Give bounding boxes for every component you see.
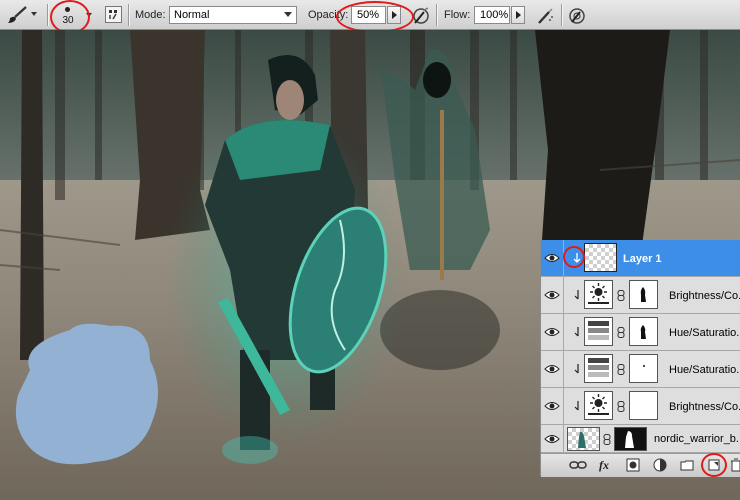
layer-name: Hue/Saturatio... — [669, 364, 740, 376]
layer-row-hue-saturation[interactable]: Hue/Saturatio... — [541, 314, 740, 351]
layer-row-nordic-warrior[interactable]: nordic_warrior_b... — [541, 425, 740, 453]
opacity-label: Opacity: — [308, 9, 349, 21]
layer-thumbnail — [567, 427, 600, 451]
chain-link-icon — [603, 434, 611, 445]
layer-mask-thumbnail — [629, 391, 658, 420]
flow-value: 100% — [480, 9, 509, 21]
divider — [436, 4, 438, 26]
clipping-arrow-icon — [573, 253, 581, 263]
opacity-input[interactable]: 50% — [351, 6, 386, 24]
layer-mask-thumbnail — [629, 317, 658, 346]
brightness-adjustment-icon — [584, 280, 613, 309]
divider — [563, 351, 564, 387]
eye-icon[interactable] — [544, 361, 560, 377]
pen-pressure-opacity-icon[interactable] — [411, 6, 431, 26]
chain-link-icon — [617, 290, 625, 301]
layer-mask-thumbnail — [629, 280, 658, 309]
divider — [563, 240, 564, 276]
divider — [561, 4, 563, 26]
flow-slider-button[interactable] — [511, 6, 525, 24]
tool-preset-arrow-icon[interactable] — [31, 12, 37, 16]
layer-mask-thumbnail — [629, 354, 658, 383]
layers-panel-footer: fx — [541, 453, 740, 477]
layer-name: Hue/Saturatio... — [669, 327, 740, 339]
divider — [563, 388, 564, 424]
clipping-arrow-icon — [574, 401, 579, 411]
fx-icon[interactable]: fx — [598, 458, 614, 472]
eye-icon[interactable] — [544, 250, 560, 266]
link-layers-icon[interactable] — [569, 458, 587, 472]
chain-link-icon — [617, 364, 625, 375]
layer-name: nordic_warrior_b... — [654, 433, 740, 445]
opacity-slider-button[interactable] — [387, 6, 401, 24]
pen-pressure-size-icon[interactable] — [567, 6, 587, 26]
divider — [128, 4, 130, 26]
opacity-value: 50% — [357, 9, 380, 21]
layer-row-brightness-contrast[interactable]: Brightness/Co... — [541, 277, 740, 314]
eye-icon[interactable] — [544, 287, 560, 303]
divider — [563, 425, 564, 453]
layer-name: Brightness/Co... — [669, 401, 740, 413]
flow-label: Flow: — [444, 9, 471, 21]
clipping-arrow-icon — [574, 327, 579, 337]
eye-icon[interactable] — [544, 398, 560, 414]
adjustment-layer-icon[interactable] — [653, 458, 667, 472]
brush-icon[interactable] — [6, 5, 28, 25]
svg-text:fx: fx — [599, 458, 609, 472]
layer-name: Layer 1 — [623, 253, 662, 265]
eye-icon[interactable] — [544, 324, 560, 340]
clipping-arrow-icon — [574, 290, 579, 300]
brush-panel-icon[interactable] — [105, 6, 122, 23]
layers-panel: Layer 1 Brightness/Co... Hue/Saturatio..… — [540, 240, 740, 477]
new-layer-icon[interactable] — [707, 458, 721, 472]
flow-input[interactable]: 100% — [474, 6, 510, 24]
airbrush-icon[interactable] — [535, 6, 555, 26]
mode-value: Normal — [174, 9, 210, 21]
layer-thumbnail — [584, 243, 617, 272]
brush-preset-picker[interactable]: 30 — [55, 2, 81, 28]
clipping-arrow-icon — [574, 364, 579, 374]
options-bar: 30 Mode: Normal Opacity: 50% Flow: 100% — [0, 0, 740, 34]
hue-saturation-adjustment-icon — [584, 354, 613, 383]
divider — [47, 4, 49, 26]
brush-tip-icon — [65, 7, 70, 12]
mode-label: Mode: — [135, 9, 166, 21]
layer-name: Brightness/Co... — [669, 290, 740, 302]
layer-row-brightness-contrast[interactable]: Brightness/Co... — [541, 388, 740, 425]
mode-select[interactable]: Normal — [169, 6, 297, 24]
brightness-adjustment-icon — [584, 391, 613, 420]
delete-layer-icon[interactable] — [731, 458, 740, 472]
group-folder-icon[interactable] — [680, 458, 694, 472]
layer-mask-thumbnail — [614, 427, 647, 451]
chevron-right-icon — [516, 11, 521, 19]
add-mask-icon[interactable] — [626, 458, 640, 472]
brush-picker-arrow-icon[interactable] — [86, 13, 92, 17]
layer-row-hue-saturation[interactable]: Hue/Saturatio... — [541, 351, 740, 388]
divider — [563, 277, 564, 313]
layer-row-layer-1[interactable]: Layer 1 — [541, 240, 740, 277]
eye-icon[interactable] — [544, 431, 560, 447]
chain-link-icon — [617, 401, 625, 412]
brush-size-label: 30 — [62, 15, 74, 26]
chain-link-icon — [617, 327, 625, 338]
chevron-down-icon — [284, 12, 292, 17]
chevron-right-icon — [392, 11, 397, 19]
divider — [563, 314, 564, 350]
hue-saturation-adjustment-icon — [584, 317, 613, 346]
